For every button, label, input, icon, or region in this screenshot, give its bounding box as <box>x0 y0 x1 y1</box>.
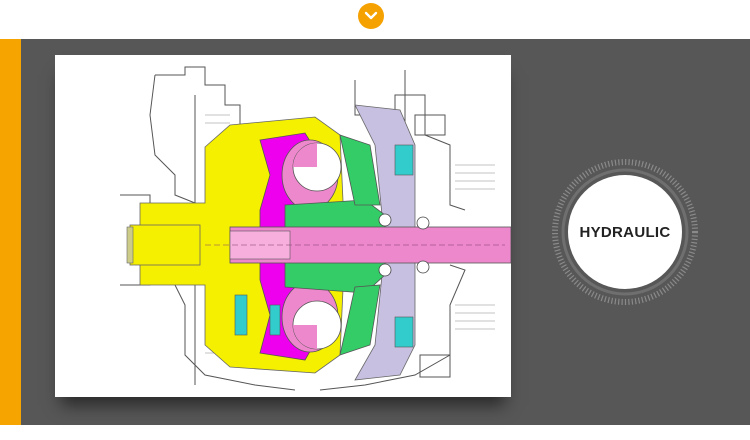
badge-circle: HYDRAULIC <box>568 175 682 289</box>
top-strip <box>0 0 750 39</box>
content-panel: HYDRAULIC <box>0 39 750 425</box>
accent-bar <box>0 39 21 425</box>
chevron-down-icon <box>364 11 378 20</box>
scroll-down-button[interactable] <box>358 3 384 29</box>
torque-converter-diagram <box>55 55 511 397</box>
badge-label: HYDRAULIC <box>579 223 671 241</box>
hydraulic-badge: HYDRAULIC <box>550 157 700 307</box>
